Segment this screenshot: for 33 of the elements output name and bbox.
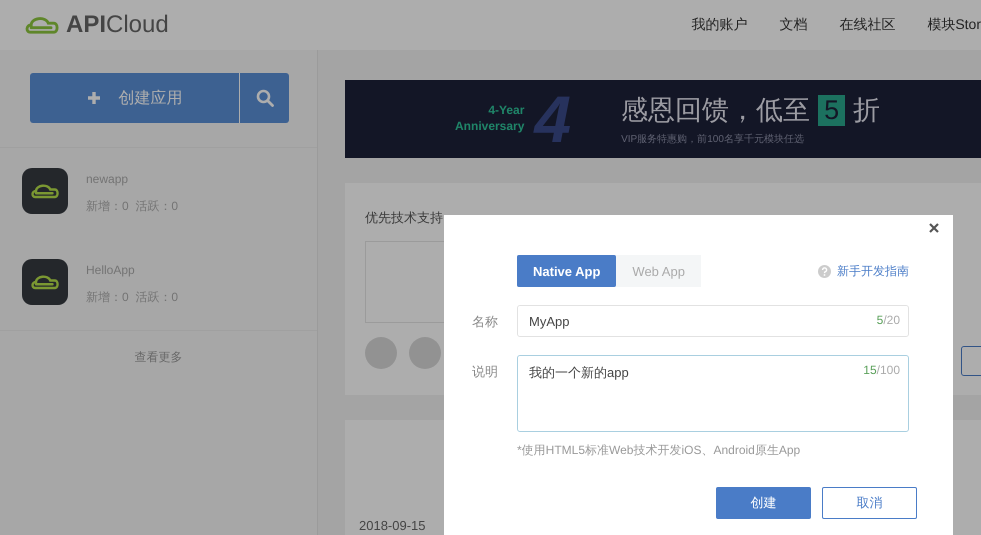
char-counter: 15/100	[863, 363, 900, 377]
create-app-button[interactable]: 创建应用	[30, 73, 239, 123]
card-title: 优先技术支持	[365, 209, 444, 227]
date-text: 2018-09-15	[359, 518, 426, 533]
logo-text[interactable]: APICloud	[66, 11, 169, 39]
help-icon	[818, 264, 831, 278]
app-icon[interactable]	[22, 168, 68, 214]
app-type-tab[interactable]: Native App	[517, 255, 616, 287]
banner-headline: 折	[853, 94, 880, 127]
banner-text: 4-Year	[488, 103, 524, 119]
nav-link[interactable]: 在线社区	[839, 16, 896, 34]
field-label: 说明	[472, 363, 499, 381]
nav-link[interactable]: 模块Stor	[927, 16, 981, 34]
search-button[interactable]	[239, 73, 289, 123]
guide-link[interactable]: 新手开发指南	[818, 262, 909, 280]
app-icon[interactable]	[22, 259, 68, 305]
banner-subtitle: VIP服务特惠购，前100名享千元模块任选	[621, 132, 805, 146]
create-button[interactable]: 创建	[716, 487, 811, 519]
close-button[interactable]	[927, 221, 941, 235]
nav-link[interactable]: 文档	[779, 16, 808, 34]
search-icon	[256, 89, 274, 107]
hint-text: *使用HTML5标准Web技术开发iOS、Android原生App	[517, 442, 802, 459]
view-more-link[interactable]: 查看更多	[134, 350, 182, 364]
nav-link[interactable]: 我的账户	[691, 16, 748, 34]
close-icon	[929, 223, 939, 233]
banner-headline: 感恩回馈，低至	[621, 94, 810, 127]
cancel-button[interactable]: 取消	[822, 487, 917, 519]
char-counter: 5/20	[876, 313, 900, 327]
banner-text: Anniversary	[455, 119, 524, 135]
plus-icon	[86, 91, 100, 105]
cloud-logo-icon	[24, 14, 60, 36]
field-label: 名称	[472, 313, 499, 331]
discount-badge: 5	[818, 94, 846, 126]
